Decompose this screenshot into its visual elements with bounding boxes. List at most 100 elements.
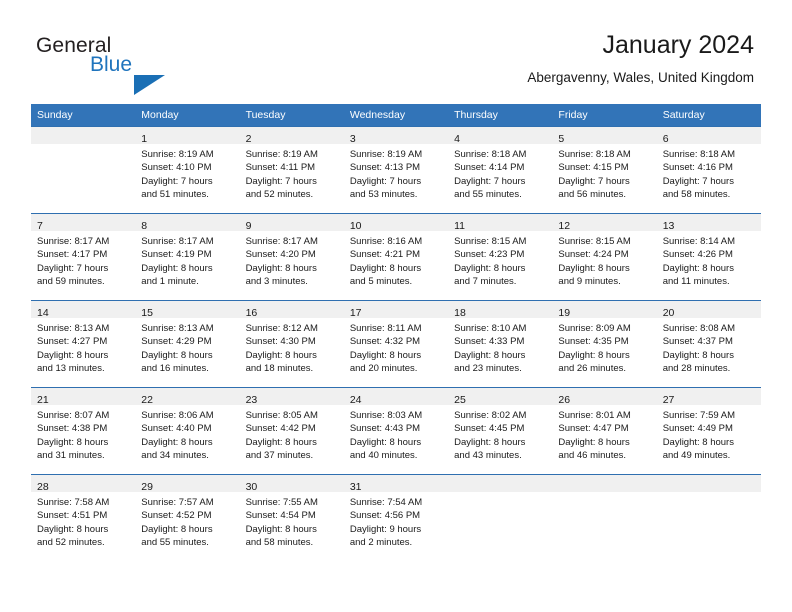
day-details: Sunrise: 7:58 AM Sunset: 4:51 PM Daylight:… bbox=[31, 492, 135, 549]
calendar-day-cell[interactable]: 21 Sunrise: 8:07 AM Sunset: 4:38 PM Dayligh… bbox=[31, 387, 136, 475]
day-number-band: 4 bbox=[448, 127, 553, 145]
day-cell-inner: 23 Sunrise: 8:05 AM Sunset: 4:42 PM Dayligh… bbox=[239, 388, 344, 474]
day-number-band: 19 bbox=[552, 301, 657, 319]
page-title: January 2024 bbox=[602, 31, 754, 59]
calendar-day-cell[interactable]: 24 Sunrise: 8:03 AM Sunset: 4:43 PM Dayligh… bbox=[343, 387, 449, 475]
day-number-band: 6 bbox=[656, 127, 761, 145]
sunset-text: Sunset: 4:56 PM bbox=[349, 510, 421, 522]
calendar-day-cell[interactable]: 14 Sunrise: 8:13 AM Sunset: 4:27 PM Dayligh… bbox=[31, 300, 136, 388]
calendar-day-cell[interactable]: 20 Sunrise: 8:08 AM Sunset: 4:37 PM Dayligh… bbox=[656, 300, 761, 388]
calendar-day-cell[interactable]: 25 Sunrise: 8:02 AM Sunset: 4:45 PM Dayligh… bbox=[448, 387, 553, 475]
general-blue-logo[interactable]: General Blue bbox=[36, 34, 236, 95]
daylight-text-line2: and 55 minutes. bbox=[141, 536, 209, 548]
calendar-day-cell[interactable]: 6 Sunrise: 8:18 AM Sunset: 4:16 PM Daylight… bbox=[656, 126, 761, 214]
calendar-day-cell[interactable]: 26 Sunrise: 8:01 AM Sunset: 4:47 PM Dayligh… bbox=[552, 387, 657, 475]
calendar-day-cell[interactable]: 23 Sunrise: 8:05 AM Sunset: 4:42 PM Dayligh… bbox=[239, 387, 344, 475]
daylight-text-line1: Daylight: 8 hours bbox=[558, 436, 630, 448]
day-number: 9 bbox=[245, 220, 252, 232]
day-details: Sunrise: 8:17 AM Sunset: 4:17 PM Daylight:… bbox=[31, 231, 135, 288]
day-number-band: 10 bbox=[343, 214, 449, 232]
weekday-header-monday: Monday bbox=[135, 104, 240, 127]
day-number: 27 bbox=[662, 394, 675, 406]
calendar-day-cell[interactable]: 11 Sunrise: 8:15 AM Sunset: 4:23 PM Dayligh… bbox=[448, 213, 553, 301]
sunrise-text: Sunrise: 8:06 AM bbox=[141, 410, 214, 421]
day-number: 21 bbox=[37, 394, 49, 406]
day-details: Sunrise: 8:09 AM Sunset: 4:35 PM Daylight:… bbox=[552, 318, 656, 375]
daylight-text-line2: and 49 minutes. bbox=[662, 449, 731, 461]
day-number: 8 bbox=[141, 220, 148, 232]
day-cell-inner: 7 Sunrise: 8:17 AM Sunset: 4:17 PM Daylight… bbox=[31, 214, 136, 300]
calendar-day-cell[interactable]: 1 Sunrise: 8:19 AM Sunset: 4:10 PM Daylight… bbox=[135, 126, 240, 214]
sunset-text: Sunset: 4:51 PM bbox=[37, 510, 108, 522]
sunrise-text: Sunrise: 8:10 AM bbox=[454, 323, 527, 334]
day-number: 29 bbox=[141, 481, 153, 493]
day-number-band: 30 bbox=[239, 475, 344, 493]
day-cell-inner: 15 Sunrise: 8:13 AM Sunset: 4:29 PM Dayligh… bbox=[135, 301, 240, 387]
day-cell-inner: 18 Sunrise: 8:10 AM Sunset: 4:33 PM Dayligh… bbox=[448, 301, 553, 387]
day-details: Sunrise: 8:19 AM Sunset: 4:13 PM Daylight:… bbox=[344, 144, 448, 201]
sunset-text: Sunset: 4:47 PM bbox=[558, 423, 629, 435]
sunrise-text: Sunrise: 8:13 AM bbox=[141, 323, 214, 334]
day-cell-inner: 22 Sunrise: 8:06 AM Sunset: 4:40 PM Dayligh… bbox=[135, 388, 240, 474]
calendar-cell-empty bbox=[552, 474, 657, 561]
day-number-band: 9 bbox=[239, 214, 344, 232]
calendar-day-cell[interactable]: 8 Sunrise: 8:17 AM Sunset: 4:19 PM Daylight… bbox=[135, 213, 240, 301]
daylight-text-line2: and 52 minutes. bbox=[37, 536, 105, 548]
calendar-day-cell[interactable]: 4 Sunrise: 8:18 AM Sunset: 4:14 PM Daylight… bbox=[448, 126, 553, 214]
sunrise-text: Sunrise: 7:57 AM bbox=[141, 497, 214, 508]
day-details: Sunrise: 8:03 AM Sunset: 4:43 PM Daylight:… bbox=[344, 405, 448, 462]
calendar-day-cell[interactable]: 19 Sunrise: 8:09 AM Sunset: 4:35 PM Dayligh… bbox=[552, 300, 657, 388]
daylight-text-line2: and 11 minutes. bbox=[662, 275, 730, 287]
calendar-day-cell[interactable]: 28 Sunrise: 7:58 AM Sunset: 4:51 PM Dayligh… bbox=[31, 474, 136, 561]
day-number-band: 14 bbox=[31, 301, 136, 319]
day-number: 2 bbox=[245, 133, 252, 145]
day-number: 17 bbox=[349, 307, 362, 319]
calendar-day-cell[interactable]: 22 Sunrise: 8:06 AM Sunset: 4:40 PM Dayligh… bbox=[135, 387, 240, 475]
day-number-band bbox=[448, 475, 553, 492]
calendar-day-cell[interactable]: 18 Sunrise: 8:10 AM Sunset: 4:33 PM Dayligh… bbox=[448, 300, 553, 388]
calendar-day-cell[interactable]: 31 Sunrise: 7:54 AM Sunset: 4:56 PM Dayligh… bbox=[343, 474, 449, 561]
calendar-day-cell[interactable]: 9 Sunrise: 8:17 AM Sunset: 4:20 PM Daylight… bbox=[239, 213, 344, 301]
calendar-day-cell[interactable]: 2 Sunrise: 8:19 AM Sunset: 4:11 PM Daylight… bbox=[239, 126, 344, 214]
daylight-text-line1: Daylight: 8 hours bbox=[558, 349, 630, 361]
day-number: 15 bbox=[141, 307, 153, 319]
day-number: 23 bbox=[245, 394, 258, 406]
sunset-text: Sunset: 4:29 PM bbox=[141, 336, 212, 348]
calendar-day-cell[interactable]: 30 Sunrise: 7:55 AM Sunset: 4:54 PM Dayligh… bbox=[239, 474, 344, 561]
sunrise-text: Sunrise: 8:19 AM bbox=[245, 149, 318, 160]
day-cell-inner: 29 Sunrise: 7:57 AM Sunset: 4:52 PM Dayligh… bbox=[135, 475, 240, 561]
sunrise-text: Sunrise: 8:08 AM bbox=[662, 323, 736, 334]
day-number-band: 8 bbox=[135, 214, 240, 232]
day-number: 6 bbox=[662, 133, 669, 145]
calendar-day-cell[interactable]: 10 Sunrise: 8:16 AM Sunset: 4:21 PM Dayligh… bbox=[343, 213, 449, 301]
calendar-day-cell[interactable]: 16 Sunrise: 8:12 AM Sunset: 4:30 PM Dayligh… bbox=[239, 300, 344, 388]
calendar-day-cell[interactable]: 27 Sunrise: 7:59 AM Sunset: 4:49 PM Dayligh… bbox=[656, 387, 761, 475]
sunrise-text: Sunrise: 8:09 AM bbox=[558, 323, 631, 334]
daylight-text-line1: Daylight: 8 hours bbox=[245, 349, 317, 361]
day-number: 30 bbox=[245, 481, 258, 493]
calendar-day-cell[interactable]: 7 Sunrise: 8:17 AM Sunset: 4:17 PM Daylight… bbox=[31, 213, 136, 301]
daylight-text-line1: Daylight: 8 hours bbox=[141, 523, 213, 535]
day-number-band: 21 bbox=[31, 388, 136, 406]
daylight-text-line2: and 13 minutes. bbox=[37, 362, 105, 374]
calendar-day-cell[interactable]: 15 Sunrise: 8:13 AM Sunset: 4:29 PM Dayligh… bbox=[135, 300, 240, 388]
calendar-day-cell[interactable]: 29 Sunrise: 7:57 AM Sunset: 4:52 PM Dayligh… bbox=[135, 474, 240, 561]
sunset-text: Sunset: 4:42 PM bbox=[245, 423, 316, 435]
sunrise-text: Sunrise: 7:58 AM bbox=[37, 497, 110, 508]
day-cell-inner: 14 Sunrise: 8:13 AM Sunset: 4:27 PM Dayligh… bbox=[31, 301, 136, 387]
day-number-band bbox=[656, 475, 761, 492]
calendar-day-cell[interactable]: 3 Sunrise: 8:19 AM Sunset: 4:13 PM Daylight… bbox=[343, 126, 449, 214]
calendar-day-cell[interactable]: 17 Sunrise: 8:11 AM Sunset: 4:32 PM Dayligh… bbox=[343, 300, 449, 388]
calendar-day-cell[interactable]: 13 Sunrise: 8:14 AM Sunset: 4:26 PM Dayligh… bbox=[656, 213, 761, 301]
day-details: Sunrise: 8:19 AM Sunset: 4:11 PM Daylight:… bbox=[240, 144, 344, 201]
day-number-band: 1 bbox=[135, 127, 240, 145]
sunset-text: Sunset: 4:35 PM bbox=[558, 336, 629, 348]
day-number-band: 2 bbox=[239, 127, 344, 145]
calendar-day-cell[interactable]: 12 Sunrise: 8:15 AM Sunset: 4:24 PM Dayligh… bbox=[552, 213, 657, 301]
sunrise-text: Sunrise: 8:03 AM bbox=[349, 410, 423, 421]
day-details: Sunrise: 8:16 AM Sunset: 4:21 PM Daylight:… bbox=[344, 231, 448, 288]
sunset-text: Sunset: 4:30 PM bbox=[245, 336, 316, 348]
sunset-text: Sunset: 4:11 PM bbox=[245, 162, 316, 174]
calendar-day-cell[interactable]: 5 Sunrise: 8:18 AM Sunset: 4:15 PM Daylight… bbox=[552, 126, 657, 214]
daylight-text-line2: and 56 minutes. bbox=[558, 188, 627, 200]
